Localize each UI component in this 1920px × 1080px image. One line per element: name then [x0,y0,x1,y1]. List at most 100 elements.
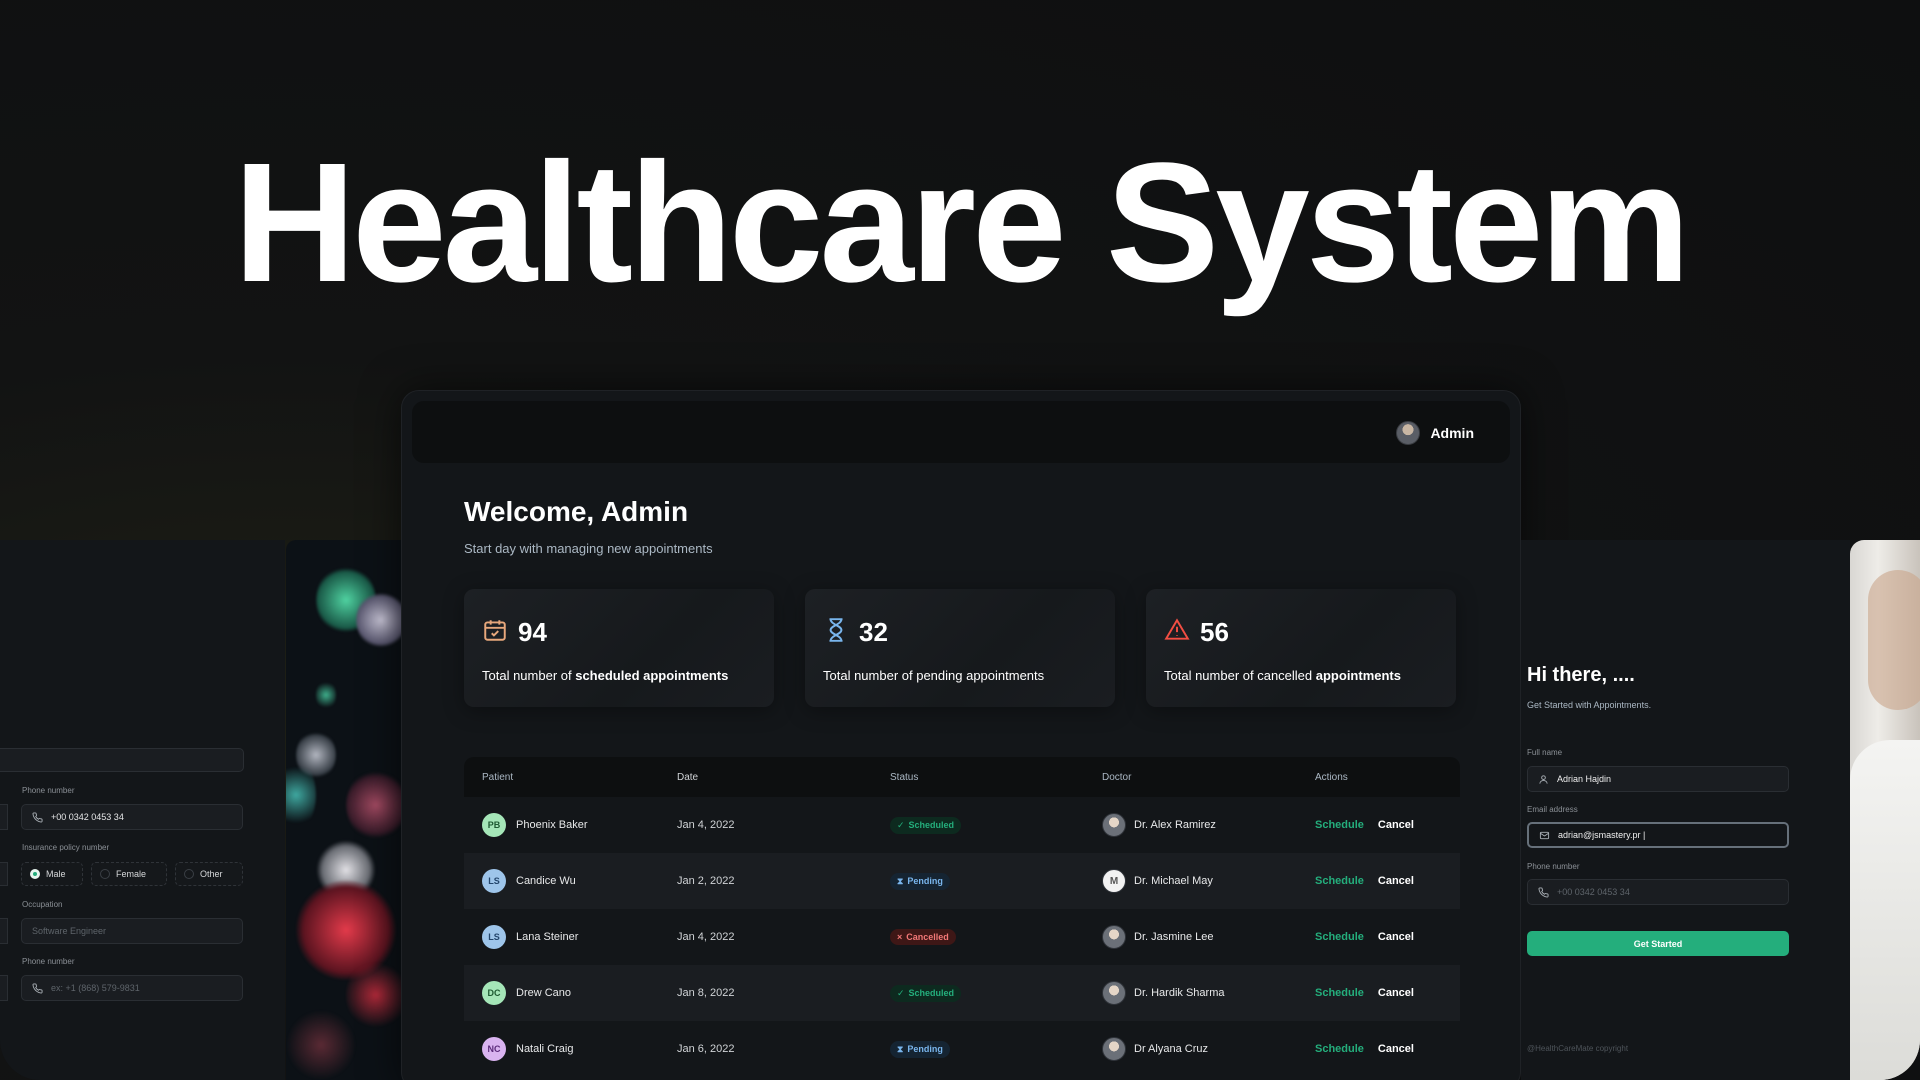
gender-label: Female [116,869,147,879]
status-badge: ⧗ Pending [890,1040,950,1058]
stat-card-pending: 32 Total number of pending appointments [805,589,1115,707]
cancel-button[interactable]: Cancel [1378,875,1414,887]
phone-icon [32,811,43,823]
input-stub [0,862,8,886]
get-started-button[interactable]: Get Started [1527,931,1789,956]
admin-dashboard: Admin Welcome, Admin Start day with mana… [401,390,1521,1080]
phone-value: +00 0342 0453 34 [51,812,124,822]
occupation-placeholder: Software Engineer [32,926,107,936]
occupation-label: Occupation [22,900,63,909]
schedule-button[interactable]: Schedule [1315,987,1364,999]
doctor-name: Dr. Alex Ramirez [1134,819,1216,831]
status-icon: ⧗ [897,1043,904,1054]
table-row: LS Candice Wu Jan 2, 2022 ⧗ Pending M Dr. Mich… [464,853,1460,909]
column-header: Date [677,771,699,783]
cancel-button[interactable]: Cancel [1378,1043,1414,1055]
input-stub [0,804,8,830]
jellyfish-image [286,540,406,1080]
gender-label: Male [46,869,66,879]
schedule-button[interactable]: Schedule [1315,819,1364,831]
phone2-input[interactable]: ex: +1 (868) 579-9831 [21,975,243,1001]
radio-selected-icon [30,869,40,879]
occupation-input[interactable]: Software Engineer [21,918,243,944]
phone2-label: Phone number [22,957,75,966]
doctor-cell: Dr Alyana Cruz [1102,1037,1315,1061]
doctor-cell: M Dr. Michael May [1102,869,1315,893]
doctor-name: Dr. Michael May [1134,875,1213,887]
schedule-button[interactable]: Schedule [1315,931,1364,943]
stat-card-scheduled: 94 Total number of scheduled appointment… [464,589,774,707]
status-badge: ✓ Scheduled [890,816,962,834]
stat-value: 94 [518,617,547,647]
fullname-value: Adrian Hajdin [1557,774,1612,784]
patient-cell: LS Lana Steiner [464,925,677,949]
phone-input[interactable]: +00 0342 0453 34 [1527,879,1789,905]
cancel-button[interactable]: Cancel [1378,931,1414,943]
avatar [1396,421,1421,445]
gender-option-female[interactable]: Female [91,862,167,886]
top-bar: Admin [412,401,1510,463]
radio-icon [184,869,194,879]
cancel-button[interactable]: Cancel [1378,987,1414,999]
page-title: Welcome, Admin [464,496,689,527]
radio-icon [100,869,110,879]
doctor-avatar [1102,1037,1126,1061]
mail-icon [1539,830,1550,841]
email-input[interactable]: adrian@jsmastery.pr | [1527,822,1789,848]
patient-avatar: DC [482,981,506,1005]
status-cell: ⧗ Pending [890,872,1102,890]
patient-cell: LS Candice Wu [464,869,677,893]
date-cell: Jan 6, 2022 [677,1043,735,1055]
admin-name: Admin [1430,425,1474,441]
status-badge: ⧗ Pending [890,872,950,890]
status-icon: ✓ [897,819,905,830]
insurance-label: Insurance policy number [22,843,110,852]
doctor-cell: Dr. Hardik Sharma [1102,981,1315,1005]
copyright-text: @HealthCareMate copyright [1527,1044,1629,1053]
signup-title: Hi there, .... [1527,664,1635,686]
email-value: adrian@jsmastery.pr | [1558,830,1646,840]
gender-option-male[interactable]: Male [21,862,83,886]
patient-cell: PB Phoenix Baker [464,813,677,837]
stat-description: Total number of cancelled appointments [1164,668,1401,683]
table-body: PB Phoenix Baker Jan 4, 2022 ✓ Scheduled Dr. … [464,797,1460,1077]
status-cell: ⧗ Pending [890,1040,1102,1058]
hero-title: Healthcare System [233,128,1690,318]
patient-name: Phoenix Baker [516,819,588,831]
doctor-name: Dr. Hardik Sharma [1134,987,1225,999]
left-form-input-top[interactable] [0,748,244,772]
email-label: Email address [1527,805,1578,814]
patient-avatar: LS [482,869,506,893]
calendar-icon [482,617,508,643]
table-header: Patient Date Status Doctor Actions [464,757,1460,797]
doctor-name: Dr Alyana Cruz [1134,1043,1208,1055]
actions-cell: Schedule Cancel [1315,931,1460,943]
fullname-label: Full name [1527,748,1563,757]
date-cell: Jan 4, 2022 [677,819,735,831]
actions-cell: Schedule Cancel [1315,987,1460,999]
doctor-avatar [1102,925,1126,949]
table-row: PB Phoenix Baker Jan 4, 2022 ✓ Scheduled Dr. … [464,797,1460,853]
doctor-name: Dr. Jasmine Lee [1134,931,1214,943]
actions-cell: Schedule Cancel [1315,1043,1460,1055]
status-icon: ✓ [897,987,905,998]
phone-label: Phone number [22,786,75,795]
user-icon [1538,774,1549,785]
hourglass-icon [823,617,849,643]
cancel-button[interactable]: Cancel [1378,819,1414,831]
status-badge: × Cancelled [890,929,956,945]
table-row: NC Natali Craig Jan 6, 2022 ⧗ Pending Dr Alya… [464,1021,1460,1077]
fullname-input[interactable]: Adrian Hajdin [1527,766,1789,792]
doctor-cell: Dr. Jasmine Lee [1102,925,1315,949]
stat-value: 56 [1200,617,1229,647]
appointments-table: Patient Date Status Doctor Actions PB Pho… [464,757,1460,1080]
schedule-button[interactable]: Schedule [1315,1043,1364,1055]
admin-profile[interactable]: Admin [1396,421,1474,445]
phone-input[interactable]: +00 0342 0453 34 [21,804,243,830]
gender-option-other[interactable]: Other [175,862,243,886]
schedule-button[interactable]: Schedule [1315,875,1364,887]
patient-name: Drew Cano [516,987,572,999]
stat-description: Total number of scheduled appointments [482,668,729,683]
column-header: Doctor [1102,771,1132,783]
status-icon: ⧗ [897,875,904,886]
